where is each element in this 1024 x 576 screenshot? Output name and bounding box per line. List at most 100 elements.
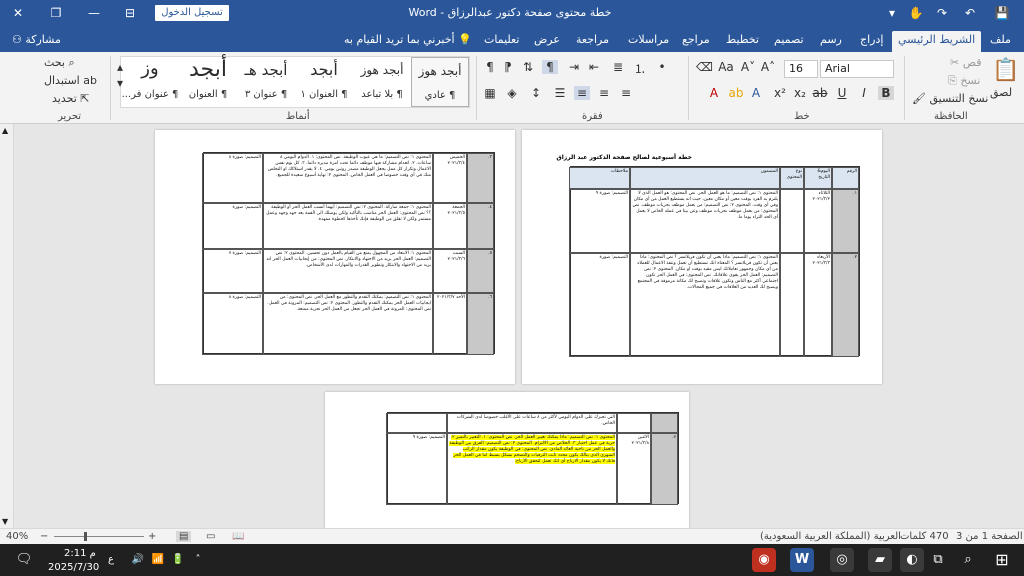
align-left-icon[interactable]: ≡ bbox=[618, 86, 634, 100]
page-count[interactable]: الصفحة 1 من 3 bbox=[956, 531, 1023, 542]
copy-button[interactable]: نسخ ⎘ bbox=[948, 74, 980, 88]
align-center-icon[interactable]: ≡ bbox=[596, 86, 612, 100]
restore-icon[interactable]: ❐ bbox=[38, 0, 74, 26]
share-button[interactable]: ⚇ مشاركة bbox=[6, 31, 67, 52]
gallery-scroll-up-icon[interactable]: ▴ bbox=[112, 60, 128, 74]
clock-time[interactable]: 2:11 م bbox=[64, 548, 96, 559]
zoom-level[interactable]: 40% bbox=[6, 531, 28, 542]
tab-layout[interactable]: تخطيط bbox=[720, 31, 765, 52]
show-marks-icon[interactable]: ¶ bbox=[482, 60, 498, 74]
find-button[interactable]: ⌕ بحث bbox=[44, 56, 75, 70]
redo-icon[interactable]: ↷ bbox=[930, 0, 954, 26]
search-icon[interactable]: ⌕ bbox=[956, 548, 980, 572]
tab-home[interactable]: الشريط الرئيسي bbox=[892, 31, 982, 52]
decrease-indent-icon[interactable]: ⇤ bbox=[586, 60, 602, 74]
vertical-scrollbar[interactable]: ▲ ▼ bbox=[0, 124, 14, 528]
zoom-slider[interactable] bbox=[54, 536, 144, 537]
underline-icon[interactable]: U bbox=[834, 86, 850, 100]
font-name-combo[interactable]: Arial bbox=[820, 60, 894, 78]
sort-icon[interactable]: ⇅ bbox=[520, 60, 536, 74]
tab-insert[interactable]: إدراج bbox=[854, 31, 889, 52]
format-painter-button[interactable]: نسخ التنسيق 🖌 bbox=[912, 92, 988, 105]
tab-review[interactable]: مراجعة bbox=[570, 31, 615, 52]
shrink-font-icon[interactable]: A˅ bbox=[740, 60, 756, 74]
change-case-icon[interactable]: Aa bbox=[718, 60, 734, 74]
windows-start-icon[interactable]: ⊞ bbox=[990, 548, 1014, 572]
tab-references[interactable]: مراجع bbox=[676, 31, 716, 52]
ltr-direction-icon[interactable]: ⁋ bbox=[500, 60, 516, 74]
shading-icon[interactable]: ◈ bbox=[504, 86, 520, 100]
undo-icon[interactable]: ↶ bbox=[958, 0, 982, 26]
clock-date[interactable]: 2025/7/30 bbox=[48, 562, 99, 573]
sign-in-button[interactable]: تسجيل الدخول bbox=[155, 5, 229, 21]
line-spacing-icon[interactable]: ↕ bbox=[528, 86, 544, 100]
font-size-combo[interactable]: 16 bbox=[784, 60, 818, 78]
italic-icon[interactable]: I bbox=[856, 86, 872, 100]
multilevel-list-icon[interactable]: ≣ bbox=[610, 60, 626, 74]
style-subtitle[interactable]: وز ¶ عنوان فر... bbox=[121, 57, 179, 107]
word-count[interactable]: 470 كلمات bbox=[900, 531, 949, 542]
highlight-icon[interactable]: ab bbox=[728, 86, 744, 100]
borders-icon[interactable]: ▦ bbox=[482, 86, 498, 100]
tell-me-box[interactable]: أخبرني بما تريد القيام به 💡 bbox=[338, 31, 478, 52]
document-canvas[interactable]: خطة أسبوعية لصالح صفحة الدكتور عبد الرزا… bbox=[14, 124, 1024, 528]
gallery-scroll-down-icon[interactable]: ▾ bbox=[112, 76, 128, 90]
read-mode-icon[interactable]: 📖 bbox=[232, 531, 244, 542]
page-2[interactable]: ٣. الخميس ٢٠٢١/٣/٤ المحتوى ١: نص التصميم… bbox=[155, 130, 515, 384]
text-effects-icon[interactable]: A bbox=[748, 86, 764, 100]
chevron-up-icon[interactable]: ˄ bbox=[186, 548, 210, 572]
bullets-icon[interactable]: • bbox=[654, 60, 670, 74]
app-icon[interactable]: ◉ bbox=[752, 548, 776, 572]
input-language[interactable]: ع bbox=[108, 554, 114, 565]
scroll-up-icon[interactable]: ▲ bbox=[2, 126, 8, 135]
superscript-icon[interactable]: x² bbox=[772, 86, 788, 100]
notifications-icon[interactable]: 🗨 bbox=[12, 548, 36, 572]
edge-icon[interactable]: ◐ bbox=[900, 548, 924, 572]
paste-icon[interactable]: 📋 bbox=[992, 58, 1019, 83]
minimize-icon[interactable]: — bbox=[76, 0, 112, 26]
font-color-icon[interactable]: A bbox=[706, 86, 722, 100]
web-layout-icon[interactable]: ▭ bbox=[206, 531, 215, 542]
styles-gallery[interactable]: أبجد هوز ¶ عادي أبجد هوز ¶ بلا تباعد أبجد ¶… bbox=[120, 56, 470, 108]
page-1[interactable]: خطة أسبوعية لصالح صفحة الدكتور عبد الرزا… bbox=[522, 130, 882, 384]
print-layout-icon[interactable]: ▤ bbox=[176, 531, 192, 542]
tab-help[interactable]: تعليمات bbox=[478, 31, 525, 52]
align-justify-icon[interactable]: ☰ bbox=[552, 86, 568, 100]
paste-label[interactable]: لصق bbox=[990, 86, 1012, 99]
tab-draw[interactable]: رسم bbox=[814, 31, 848, 52]
zoom-out-icon[interactable]: − bbox=[40, 531, 48, 542]
customize-toolbar-icon[interactable]: ▾ bbox=[880, 0, 904, 26]
task-view-icon[interactable]: ⧉ bbox=[926, 548, 950, 572]
close-icon[interactable]: ✕ bbox=[0, 0, 36, 26]
zoom-slider-thumb[interactable] bbox=[84, 532, 87, 541]
ribbon-display-icon[interactable]: ⊟ bbox=[112, 0, 148, 26]
bold-icon[interactable]: B bbox=[878, 86, 894, 100]
style-normal[interactable]: أبجد هوز ¶ عادي bbox=[411, 57, 469, 107]
tab-file[interactable]: ملف bbox=[984, 31, 1017, 52]
word-app-icon[interactable]: W bbox=[790, 548, 814, 572]
file-explorer-icon[interactable]: ▰ bbox=[868, 548, 892, 572]
clear-formatting-icon[interactable]: ⌫ bbox=[696, 60, 713, 74]
cut-button[interactable]: قص ✂ bbox=[950, 56, 981, 69]
style-heading-3[interactable]: أبجد هـ ¶ عنوان ٣ bbox=[237, 57, 295, 107]
strikethrough-icon[interactable]: ab bbox=[812, 86, 828, 100]
numbering-icon[interactable]: ⒈ bbox=[632, 60, 648, 77]
style-title[interactable]: أبجد ¶ العنوان bbox=[179, 57, 237, 107]
tab-mailings[interactable]: مراسلات bbox=[622, 31, 675, 52]
grow-font-icon[interactable]: A˄ bbox=[760, 60, 776, 74]
chrome-icon[interactable]: ◎ bbox=[830, 548, 854, 572]
page-3[interactable]: التي تجبرك على الدوام اليومي لأكثر من ٨ … bbox=[325, 392, 689, 528]
save-icon[interactable]: 💾 bbox=[988, 0, 1016, 26]
style-heading-1[interactable]: أبجد ¶ العنوان ١ bbox=[295, 57, 353, 107]
tab-design[interactable]: تصميم bbox=[768, 31, 810, 52]
zoom-in-icon[interactable]: + bbox=[148, 531, 156, 542]
style-no-spacing[interactable]: أبجد هوز ¶ بلا تباعد bbox=[353, 57, 411, 107]
align-right-icon[interactable]: ≡ bbox=[574, 86, 590, 100]
select-button[interactable]: ⇱ تحديد bbox=[52, 92, 90, 105]
subscript-icon[interactable]: x₂ bbox=[792, 86, 808, 100]
rtl-direction-icon[interactable]: ¶ bbox=[542, 60, 558, 74]
replace-button[interactable]: ab استبدال bbox=[44, 74, 97, 87]
tab-view[interactable]: عرض bbox=[528, 31, 566, 52]
scroll-down-icon[interactable]: ▼ bbox=[2, 517, 8, 526]
touch-mode-icon[interactable]: ✋ bbox=[904, 0, 928, 26]
